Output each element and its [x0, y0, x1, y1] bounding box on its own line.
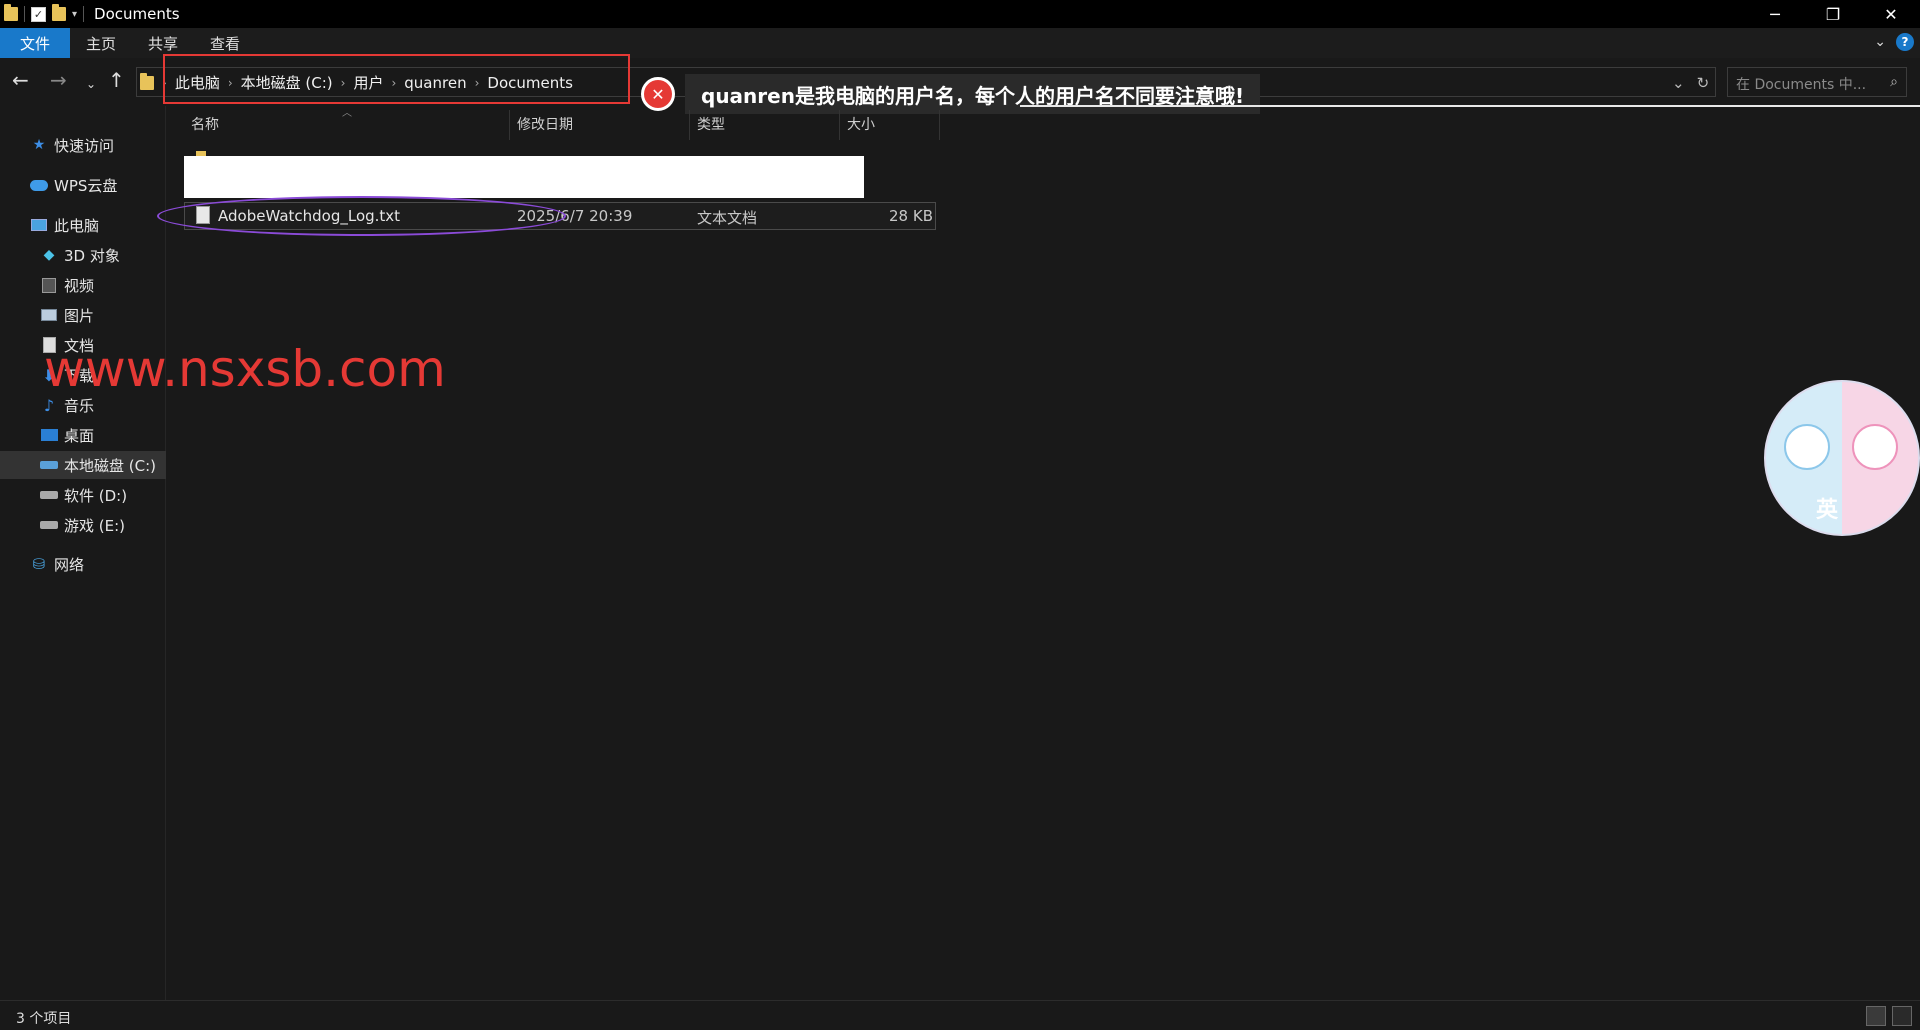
column-header-size[interactable]: 大小 — [847, 114, 875, 136]
avatar-sticker: 英 — [1764, 380, 1920, 536]
pc-icon — [30, 217, 48, 233]
title-bar: ✓ ▾ Documents ─ ❐ ✕ — [0, 0, 1920, 28]
sidebar-item-drive-d[interactable]: 软件 (D:) — [0, 481, 166, 509]
desktop-icon — [40, 427, 58, 443]
sidebar-item-this-pc[interactable]: 此电脑 — [0, 211, 166, 239]
forward-button[interactable]: → — [50, 70, 67, 90]
help-icon[interactable]: ? — [1896, 33, 1914, 51]
toolbar-divider — [24, 6, 25, 22]
recent-locations-button[interactable]: ⌄ — [86, 74, 96, 94]
drive-icon — [40, 457, 58, 473]
toolbar-divider — [83, 6, 85, 22]
sidebar-item-label: 快速访问 — [54, 136, 115, 155]
sidebar-item-label: 桌面 — [64, 426, 95, 445]
quick-access-toolbar: ✓ ▾ — [0, 4, 85, 22]
sidebar-item-wps-cloud[interactable]: WPS云盘 — [0, 171, 166, 199]
star-icon: ★ — [32, 137, 46, 153]
back-button[interactable]: ← — [12, 70, 29, 90]
expand-ribbon-icon[interactable]: ⌄ — [1874, 34, 1886, 50]
sidebar-item-label: 网络 — [54, 555, 85, 574]
sidebar-item-quick-access[interactable]: ★ 快速访问 — [0, 131, 166, 159]
properties-icon[interactable]: ✓ — [31, 6, 46, 22]
pictures-icon — [40, 307, 58, 323]
annotation-text: quanren是我电脑的用户名，每个人的用户名不同要注意哦! — [685, 74, 1261, 114]
navigation-pane: ★ 快速访问 WPS云盘 此电脑 ◆ 3D 对象 视频 图片 文档 ⬇ 下载 ♪… — [0, 106, 166, 1000]
boy-face-icon — [1784, 424, 1830, 470]
sidebar-item-label: 视频 — [64, 276, 95, 295]
file-highlight-ellipse — [157, 196, 566, 236]
sidebar-item-label: 3D 对象 — [64, 246, 120, 265]
column-divider[interactable] — [689, 110, 690, 140]
column-header-modified[interactable]: 修改日期 — [517, 114, 573, 136]
customize-toolbar-icon[interactable]: ▾ — [72, 9, 77, 20]
sidebar-item-drive-e[interactable]: 游戏 (E:) — [0, 511, 166, 539]
tab-file[interactable]: 文件 — [0, 28, 71, 58]
music-icon: ♪ — [43, 395, 55, 415]
minimize-button[interactable]: ─ — [1746, 0, 1804, 28]
cube-icon: ◆ — [43, 247, 55, 263]
search-placeholder: 在 Documents 中... — [1736, 77, 1867, 93]
new-folder-icon[interactable] — [52, 4, 66, 21]
file-size: 28 KB — [889, 207, 933, 225]
drive-icon — [40, 517, 58, 533]
watermark-text: www.nsxsb.com — [44, 340, 446, 398]
window-title: Documents — [94, 5, 180, 23]
folder-icon — [140, 72, 154, 90]
refresh-icon[interactable]: ↻ — [1697, 74, 1710, 92]
annotation-callout: ✕ quanren是我电脑的用户名，每个人的用户名不同要注意哦! — [641, 74, 1261, 114]
file-type: 文本文档 — [697, 209, 758, 227]
annotation-underline — [1020, 105, 1920, 107]
sidebar-item-label: 游戏 (E:) — [64, 516, 126, 535]
sort-ascending-icon: ︿ — [342, 108, 352, 119]
status-bar: 3 个项目 — [0, 1000, 1920, 1030]
sidebar-item-network[interactable]: ⛁ 网络 — [0, 550, 166, 578]
sidebar-item-desktop[interactable]: 桌面 — [0, 421, 166, 449]
details-view-button[interactable] — [1866, 1006, 1886, 1026]
restore-button[interactable]: ❐ — [1804, 0, 1862, 28]
video-icon — [40, 277, 58, 293]
column-header-type[interactable]: 类型 — [697, 114, 725, 136]
sidebar-item-drive-c[interactable]: 本地磁盘 (C:) — [0, 451, 166, 479]
address-dropdown-icon[interactable]: ⌄ — [1672, 74, 1685, 92]
up-button[interactable]: ↑ — [108, 70, 125, 90]
sidebar-item-label: 软件 (D:) — [64, 486, 128, 505]
folder-icon — [4, 4, 18, 21]
cloud-icon — [30, 177, 48, 193]
column-divider[interactable] — [939, 110, 940, 140]
sticker-label: 英 — [1816, 498, 1839, 523]
network-icon: ⛁ — [32, 555, 46, 573]
sidebar-item-label: 此电脑 — [54, 216, 100, 235]
sidebar-item-label: WPS云盘 — [54, 176, 118, 195]
sidebar-item-pictures[interactable]: 图片 — [0, 301, 166, 329]
girl-face-icon — [1852, 424, 1898, 470]
drive-icon — [40, 487, 58, 503]
redacted-rows — [184, 156, 864, 198]
sidebar-item-label: 本地磁盘 (C:) — [64, 456, 156, 475]
column-divider[interactable] — [509, 110, 510, 140]
sidebar-item-videos[interactable]: 视频 — [0, 271, 166, 299]
column-divider[interactable] — [839, 110, 840, 140]
large-icons-view-button[interactable] — [1892, 1006, 1912, 1026]
breadcrumb-highlight-box — [163, 54, 630, 104]
tab-home[interactable]: 主页 — [70, 28, 132, 58]
item-count: 3 个项目 — [16, 1011, 72, 1027]
sidebar-item-3d-objects[interactable]: ◆ 3D 对象 — [0, 241, 166, 269]
sidebar-item-label: 图片 — [64, 306, 95, 325]
column-header-name[interactable]: 名称 — [191, 114, 219, 136]
close-circle-icon: ✕ — [641, 77, 675, 111]
close-button[interactable]: ✕ — [1862, 0, 1920, 28]
search-input[interactable]: 在 Documents 中... ⌕ — [1727, 67, 1907, 97]
search-icon[interactable]: ⌕ — [1890, 74, 1898, 90]
